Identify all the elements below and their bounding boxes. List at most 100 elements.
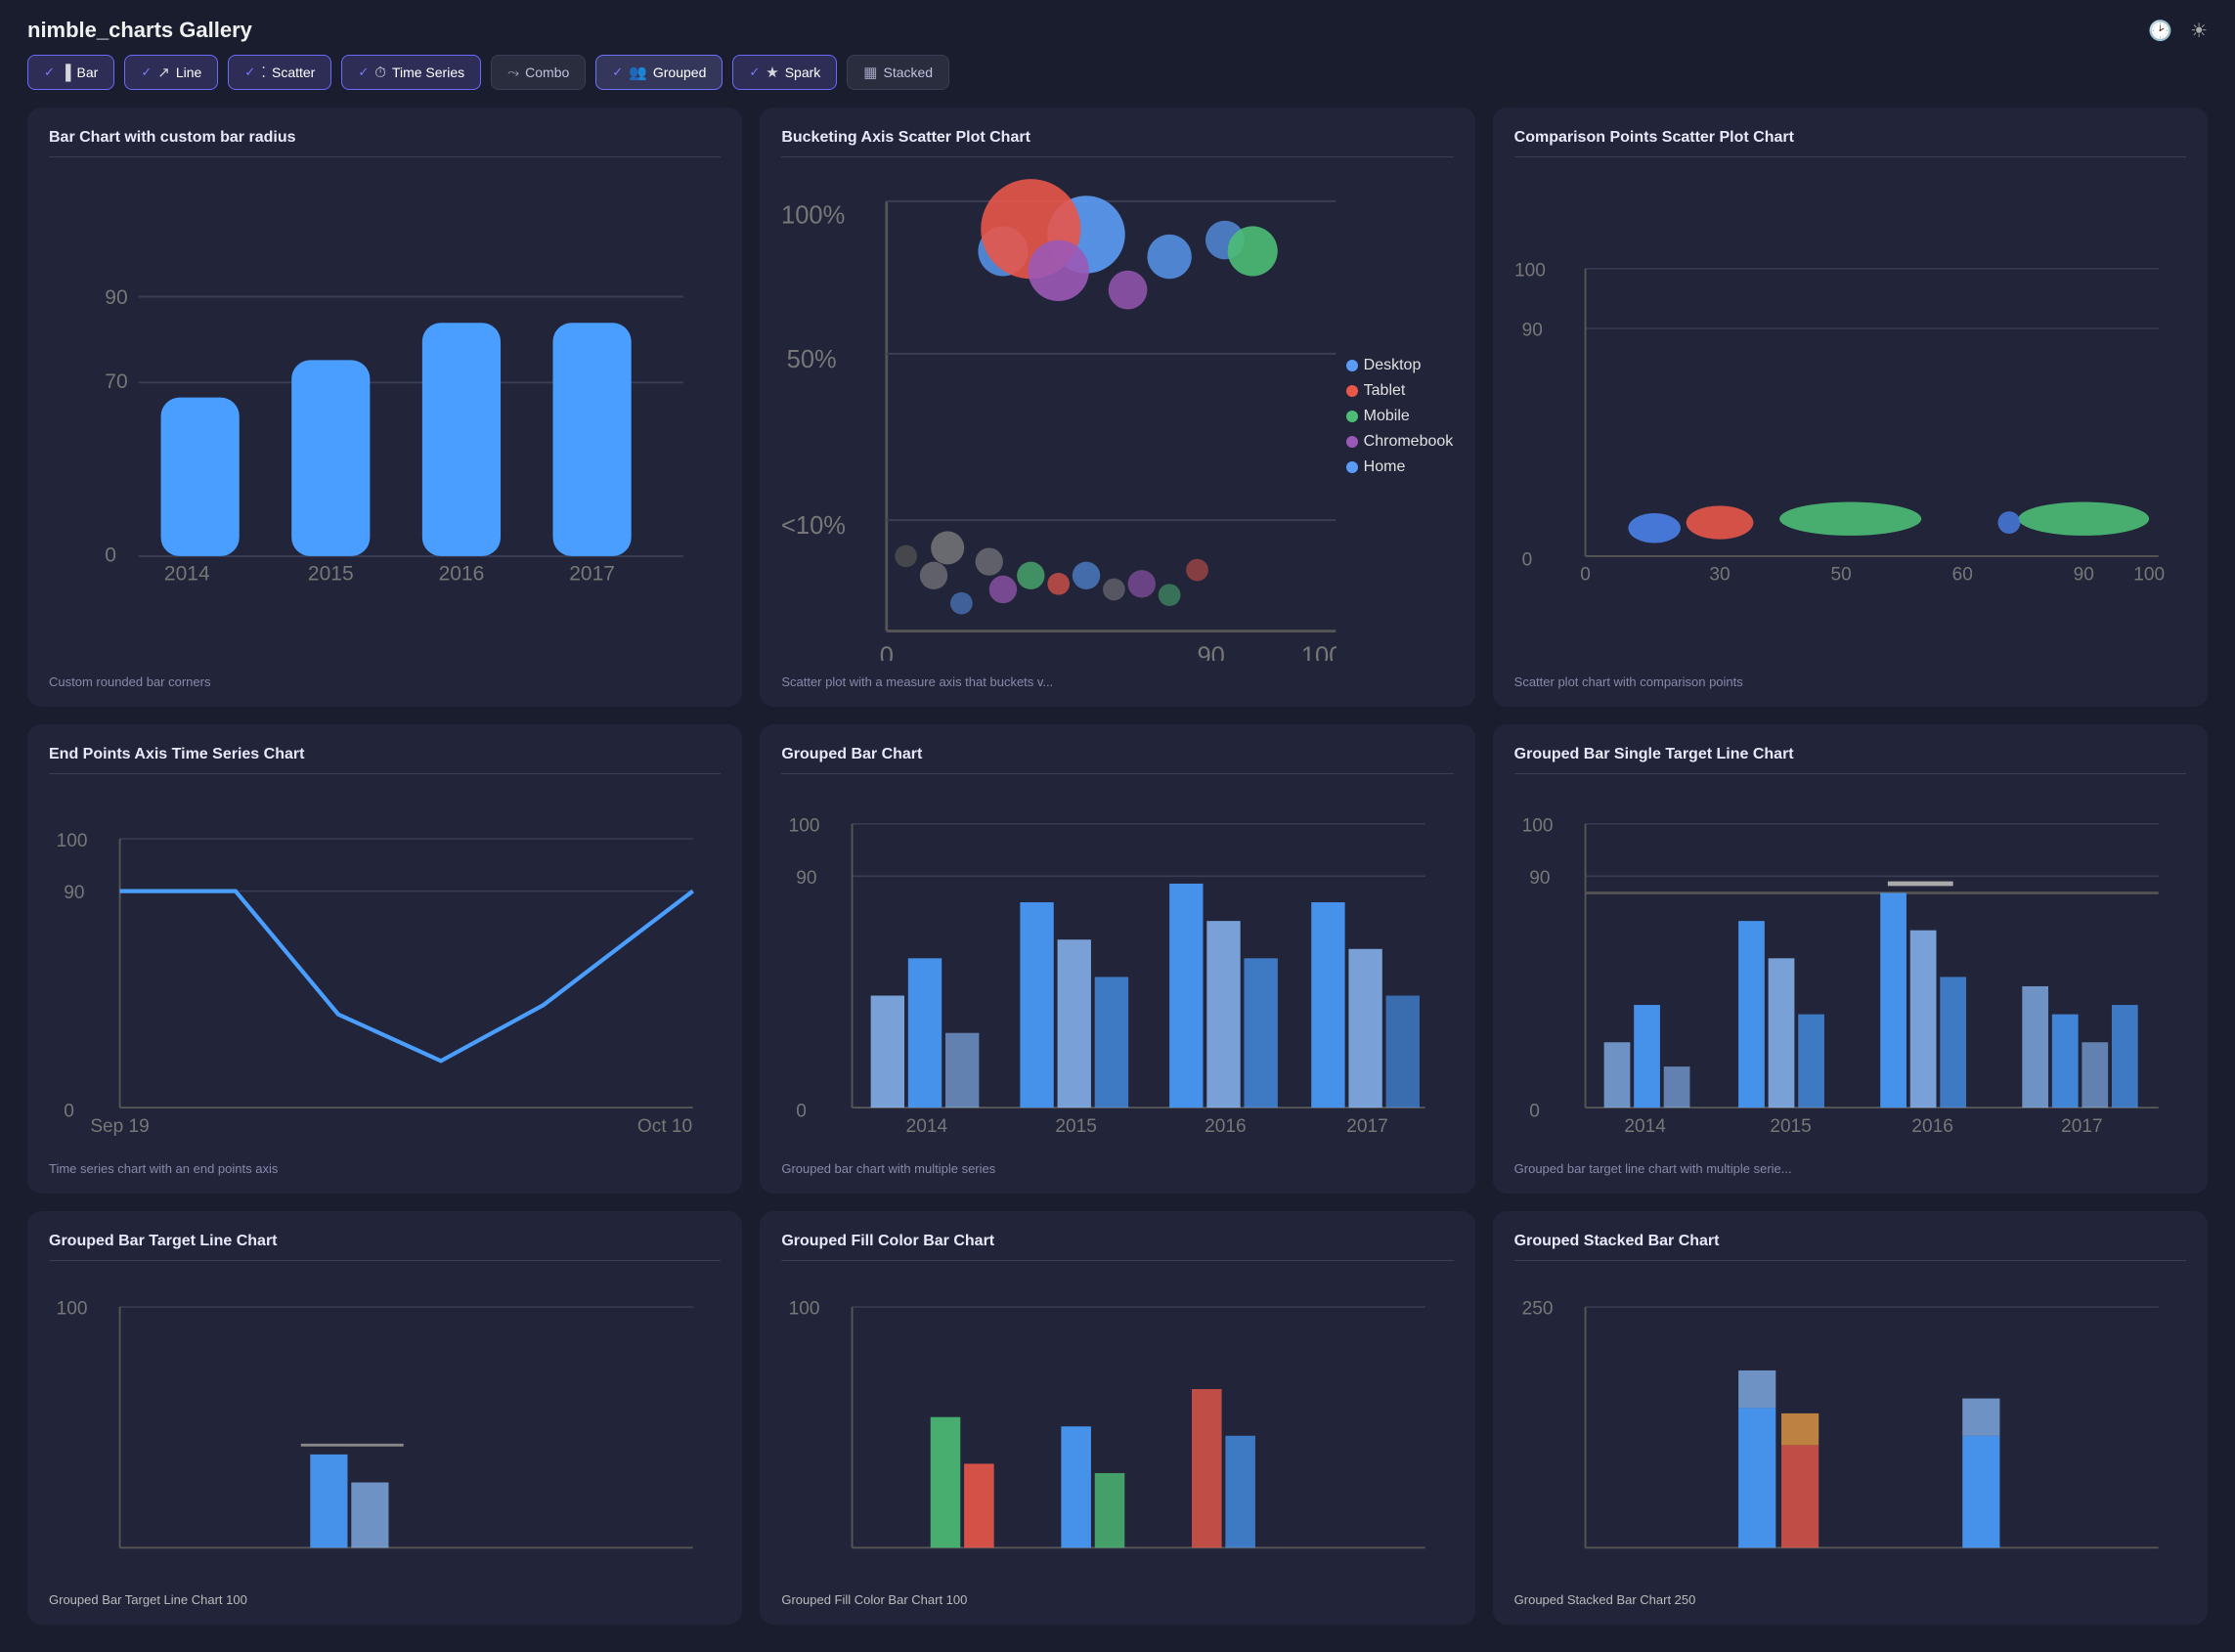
svg-text:0: 0 — [64, 1102, 74, 1122]
filter-combo-button[interactable]: ⤳ Combo — [491, 55, 586, 90]
svg-text:50%: 50% — [787, 346, 837, 373]
bar-chart-icon: ▐ — [61, 65, 71, 81]
filter-line-label: Line — [176, 65, 201, 80]
svg-text:2014: 2014 — [906, 1116, 948, 1137]
svg-text:0: 0 — [797, 1102, 808, 1122]
svg-text:100: 100 — [1514, 261, 1546, 282]
chart-grid: Bar Chart with custom bar radius 90 70 0 — [0, 108, 2235, 1652]
svg-text:100: 100 — [789, 816, 820, 837]
card-desc: Grouped Fill Color Bar Chart 100 — [781, 1592, 1453, 1607]
svg-text:2016: 2016 — [1911, 1116, 1952, 1137]
svg-text:250: 250 — [1521, 1299, 1553, 1320]
line-chart-icon: ↗ — [157, 64, 170, 81]
card-grouped-stacked[interactable]: Grouped Stacked Bar Chart 250 Grouped St… — [1493, 1211, 2208, 1624]
card-bar-custom-radius[interactable]: Bar Chart with custom bar radius 90 70 0 — [27, 108, 742, 707]
legend-dot-tablet — [1346, 385, 1358, 397]
check-icon: ✓ — [44, 65, 55, 80]
brightness-icon[interactable]: ☀ — [2190, 19, 2208, 43]
svg-text:70: 70 — [105, 370, 127, 393]
legend-dot-home — [1346, 461, 1358, 473]
card-badge: Grouped Fill Color Bar Chart 100 — [781, 1592, 967, 1607]
filter-grouped-button[interactable]: ✓ 👥 Grouped — [595, 55, 723, 90]
card-chart-area: 250 — [1514, 1275, 2186, 1578]
legend-item-tablet: Tablet — [1346, 382, 1454, 400]
card-desc: Scatter plot chart with comparison point… — [1514, 674, 2186, 689]
card-title: Comparison Points Scatter Plot Chart — [1514, 129, 2186, 157]
star-icon: ★ — [766, 64, 778, 81]
scatter-legend-bucketing: Desktop Tablet Mobile Chromebook Home — [1346, 171, 1454, 661]
svg-text:90: 90 — [797, 868, 817, 889]
svg-text:90: 90 — [64, 884, 84, 904]
svg-text:100: 100 — [1301, 643, 1336, 662]
legend-label-desktop: Desktop — [1364, 357, 1422, 374]
legend-item-mobile: Mobile — [1346, 408, 1454, 425]
svg-text:100: 100 — [57, 831, 88, 851]
filter-bar-button[interactable]: ✓ ▐ Bar — [27, 55, 114, 90]
card-bucketing-scatter[interactable]: Bucketing Axis Scatter Plot Chart 100% 5… — [760, 108, 1474, 707]
grouped-bar-target-line-svg: 100 — [49, 1275, 721, 1578]
svg-text:0: 0 — [1580, 565, 1591, 586]
svg-text:60: 60 — [1951, 565, 1972, 586]
svg-text:0: 0 — [105, 544, 116, 567]
grouped-stacked-svg: 250 — [1514, 1275, 2186, 1578]
clock-icon: ⏱ — [374, 65, 386, 81]
card-title: Bucketing Axis Scatter Plot Chart — [781, 129, 1453, 157]
card-desc: Grouped bar target line chart with multi… — [1514, 1161, 2186, 1176]
legend-dot-mobile — [1346, 411, 1358, 422]
card-title: Bar Chart with custom bar radius — [49, 129, 721, 157]
stacked-icon: ▦ — [863, 64, 877, 81]
svg-text:2015: 2015 — [1056, 1116, 1097, 1137]
check-icon: ✓ — [612, 65, 623, 80]
legend-dot-chromebook — [1346, 436, 1358, 448]
card-title: Grouped Bar Target Line Chart — [49, 1233, 721, 1261]
svg-text:90: 90 — [105, 286, 127, 309]
filter-combo-label: Combo — [525, 65, 569, 80]
card-desc: Custom rounded bar corners — [49, 674, 721, 689]
card-desc: Grouped Bar Target Line Chart 100 — [49, 1592, 721, 1607]
card-grouped-bar-single-target[interactable]: Grouped Bar Single Target Line Chart 100… — [1493, 724, 2208, 1194]
card-grouped-bar[interactable]: Grouped Bar Chart 100 90 0 — [760, 724, 1474, 1194]
filter-line-button[interactable]: ✓ ↗ Line — [124, 55, 218, 90]
svg-text:2014: 2014 — [1624, 1116, 1666, 1137]
bar-rounded-svg: 90 70 0 2014 2015 2016 201 — [49, 171, 721, 661]
card-chart-area: 100 — [49, 1275, 721, 1578]
card-desc: Time series chart with an end points axi… — [49, 1161, 721, 1176]
filter-scatter-button[interactable]: ✓ ⁚ Scatter — [228, 55, 331, 90]
bucketing-scatter-svg: 100% 50% <10% 0 90 100 — [781, 171, 1336, 661]
card-badge: Grouped Stacked Bar Chart 250 — [1514, 1592, 1696, 1607]
scatter-row: 100% 50% <10% 0 90 100 — [781, 171, 1453, 661]
card-chart-area: 100 90 0 Sep 19 Oct 10 — [49, 788, 721, 1148]
filter-grouped-label: Grouped — [653, 65, 706, 80]
filter-stacked-button[interactable]: ▦ Stacked — [847, 55, 949, 90]
card-grouped-fill-color[interactable]: Grouped Fill Color Bar Chart 100 Grouped… — [760, 1211, 1474, 1624]
filter-timeseries-label: Time Series — [392, 65, 464, 80]
check-icon: ✓ — [141, 65, 152, 80]
card-endpoint-timeseries[interactable]: End Points Axis Time Series Chart 100 90… — [27, 724, 742, 1194]
card-comparison-scatter[interactable]: Comparison Points Scatter Plot Chart 100… — [1493, 108, 2208, 707]
grouped-icon: 👥 — [629, 64, 647, 81]
svg-text:<10%: <10% — [781, 512, 846, 540]
filter-spark-label: Spark — [785, 65, 821, 80]
svg-text:2015: 2015 — [1770, 1116, 1811, 1137]
svg-text:100%: 100% — [781, 202, 845, 230]
filter-scatter-label: Scatter — [272, 65, 315, 80]
history-icon[interactable]: 🕑 — [2148, 19, 2172, 43]
card-grouped-bar-target-line[interactable]: Grouped Bar Target Line Chart 100 Groupe… — [27, 1211, 742, 1624]
svg-text:0: 0 — [1529, 1102, 1540, 1122]
combo-icon: ⤳ — [507, 65, 519, 81]
legend-item-chromebook: Chromebook — [1346, 433, 1454, 451]
svg-text:2016: 2016 — [1205, 1116, 1247, 1137]
legend-label-chromebook: Chromebook — [1364, 433, 1454, 451]
filter-spark-button[interactable]: ✓ ★ Spark — [732, 55, 837, 90]
svg-text:0: 0 — [1521, 549, 1532, 570]
svg-text:2015: 2015 — [308, 563, 354, 586]
filter-timeseries-button[interactable]: ✓ ⏱ Time Series — [341, 55, 481, 90]
scatter-icon: ⁚ — [261, 64, 266, 81]
svg-text:30: 30 — [1709, 565, 1730, 586]
comparison-scatter-svg: 100 90 0 0 30 50 60 90 100 — [1514, 171, 2186, 661]
svg-text:Oct 10: Oct 10 — [637, 1116, 692, 1137]
svg-text:Sep 19: Sep 19 — [90, 1116, 149, 1137]
app-title: nimble_charts Gallery — [27, 18, 252, 43]
card-chart-area: 90 70 0 2014 2015 2016 201 — [49, 171, 721, 661]
timeseries-svg: 100 90 0 Sep 19 Oct 10 — [49, 788, 721, 1148]
